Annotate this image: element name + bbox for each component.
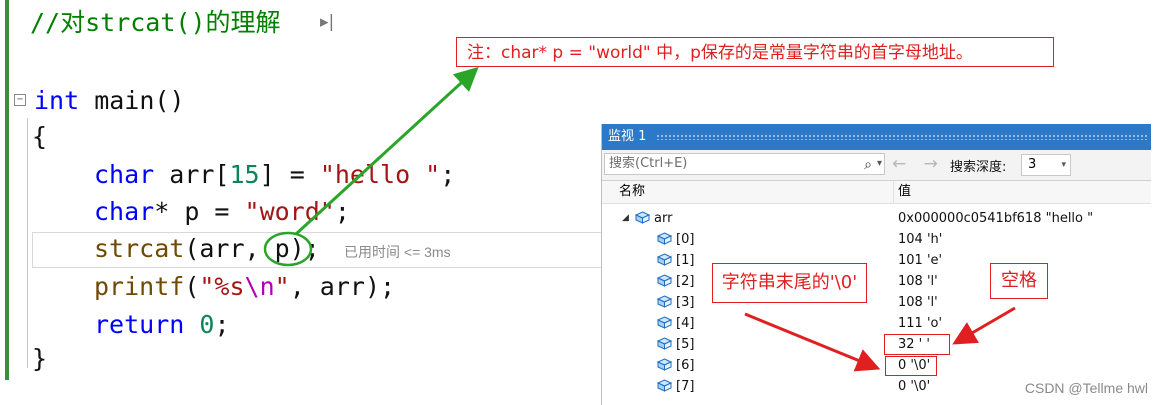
p-circle-highlight	[263, 231, 313, 267]
space-arrow	[952, 306, 1016, 345]
annotation-overlay	[263, 66, 1016, 372]
terminator-arrow	[744, 312, 881, 372]
csdn-watermark: CSDN @Tellme hwl	[1024, 380, 1148, 396]
green-arrow	[294, 66, 479, 236]
